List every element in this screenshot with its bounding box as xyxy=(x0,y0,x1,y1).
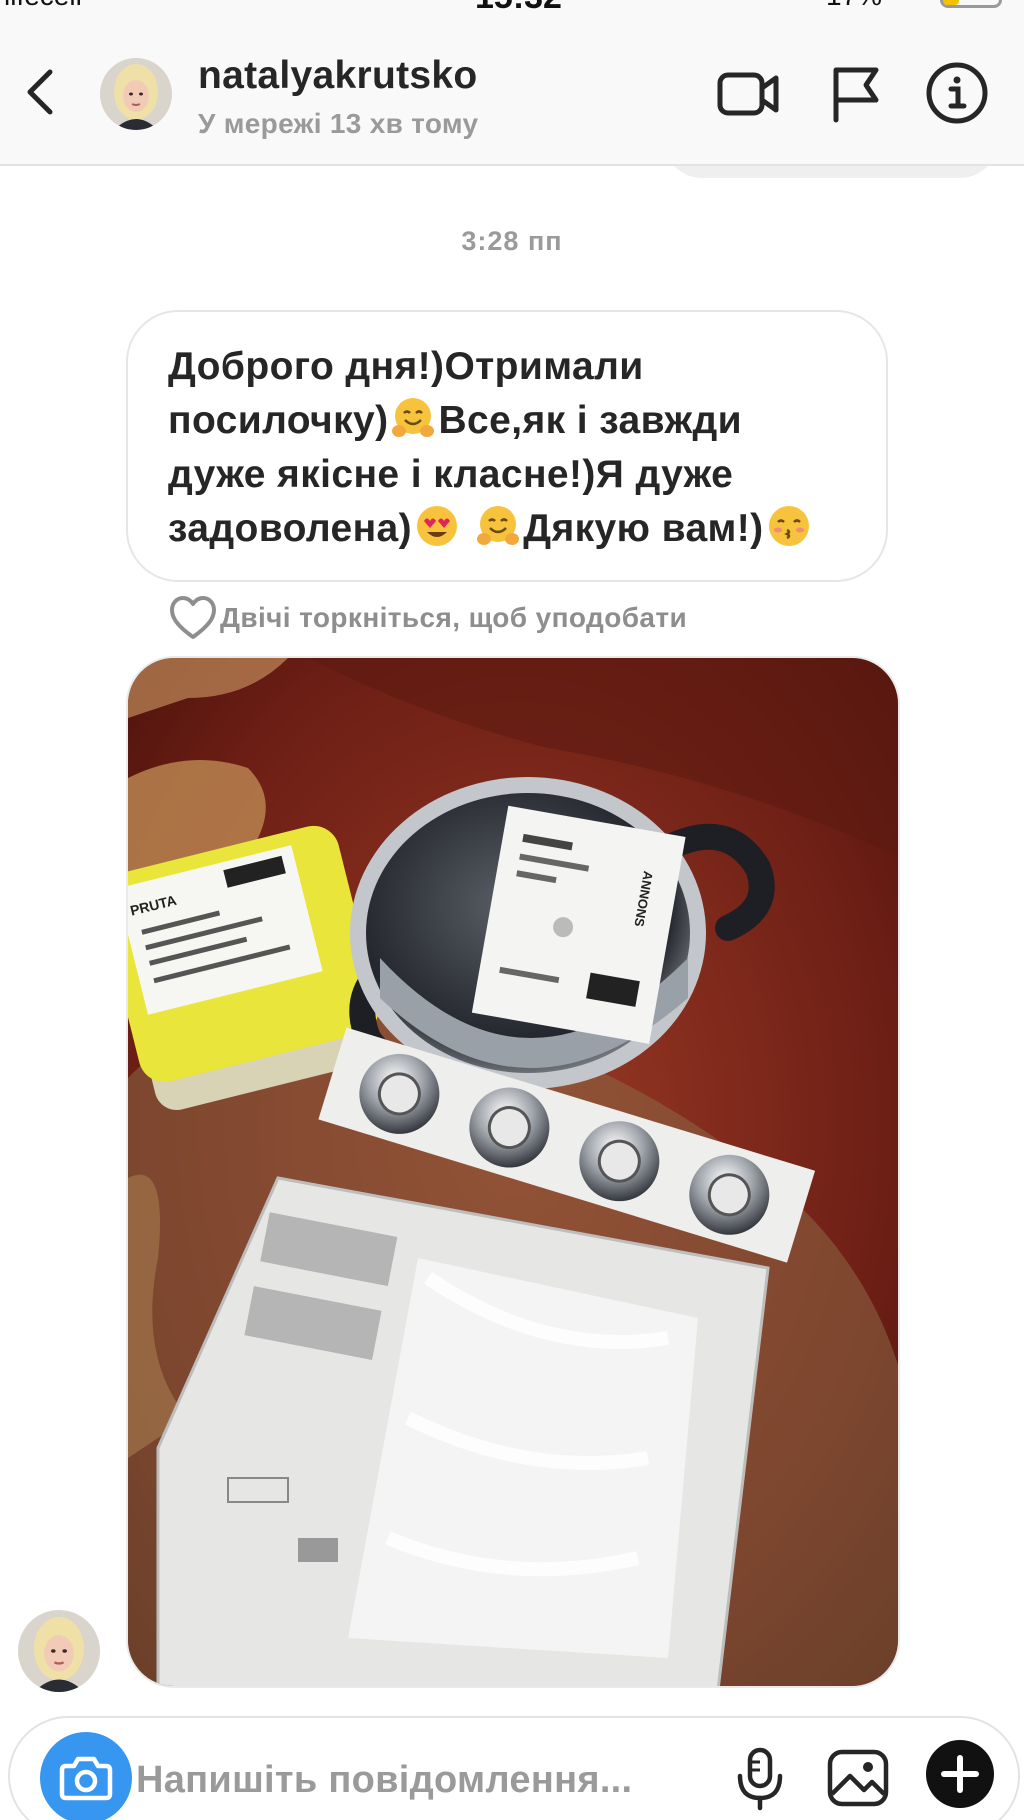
plus-icon xyxy=(941,1755,979,1793)
video-call-button[interactable] xyxy=(714,58,784,128)
photo-message[interactable]: PRUTA ANNONS xyxy=(126,656,900,1688)
gallery-button[interactable] xyxy=(820,1740,896,1816)
info-icon xyxy=(926,62,988,124)
back-arrow-icon xyxy=(27,69,53,115)
message-text: Доброго дня!)Отримали посилочку) Все,як … xyxy=(168,340,868,556)
kissing-face-emoji xyxy=(768,506,809,546)
chat-header: natalyakrutsko У мережі 13 хв тому xyxy=(0,14,1024,166)
carrier-label: lifecell xyxy=(4,0,82,12)
parcel-photo: PRUTA ANNONS xyxy=(128,658,898,1686)
more-options-button[interactable] xyxy=(926,1740,994,1808)
contact-username[interactable]: natalyakrutsko xyxy=(198,54,478,98)
back-button[interactable] xyxy=(14,56,68,126)
like-hint-text: Двічі торкніться, щоб уподобати xyxy=(220,602,688,633)
presence-status: У мережі 13 хв тому xyxy=(198,108,479,139)
sender-avatar-image xyxy=(18,1610,100,1692)
microphone-icon xyxy=(737,1747,783,1811)
incoming-message-bubble[interactable]: Доброго дня!)Отримали посилочку) Все,як … xyxy=(126,310,888,582)
avatar-image xyxy=(100,58,172,130)
status-bar: lifecell 15:32 17% xyxy=(0,0,1024,14)
voice-message-button[interactable] xyxy=(722,1740,798,1816)
hugging-face-emoji-2 xyxy=(477,506,520,545)
curtain-package xyxy=(156,1176,770,1686)
message-text-part-3: Дякую вам!) xyxy=(523,507,764,550)
status-time: 15:32 xyxy=(475,0,562,14)
message-timestamp: 3:28 пп xyxy=(461,226,563,256)
chat-screen: lifecell 15:32 17% natalyakrutsko У мере… xyxy=(0,0,1024,1820)
flag-icon xyxy=(833,67,879,123)
gallery-icon xyxy=(827,1749,889,1807)
heart-eyes-emoji xyxy=(417,506,458,546)
message-text-spacer xyxy=(462,507,473,550)
sender-avatar[interactable] xyxy=(18,1610,100,1692)
message-input[interactable] xyxy=(136,1752,696,1808)
hugging-face-emoji xyxy=(392,398,435,437)
contact-avatar[interactable] xyxy=(100,58,172,130)
report-button[interactable] xyxy=(820,58,890,128)
camera-button[interactable] xyxy=(40,1732,132,1820)
battery-percent: 17% xyxy=(826,0,882,12)
heart-outline-icon xyxy=(170,596,216,639)
battery-level xyxy=(943,0,959,5)
conversation-info-button[interactable] xyxy=(922,58,992,128)
camera-icon xyxy=(59,1756,113,1801)
video-call-icon xyxy=(717,72,779,116)
